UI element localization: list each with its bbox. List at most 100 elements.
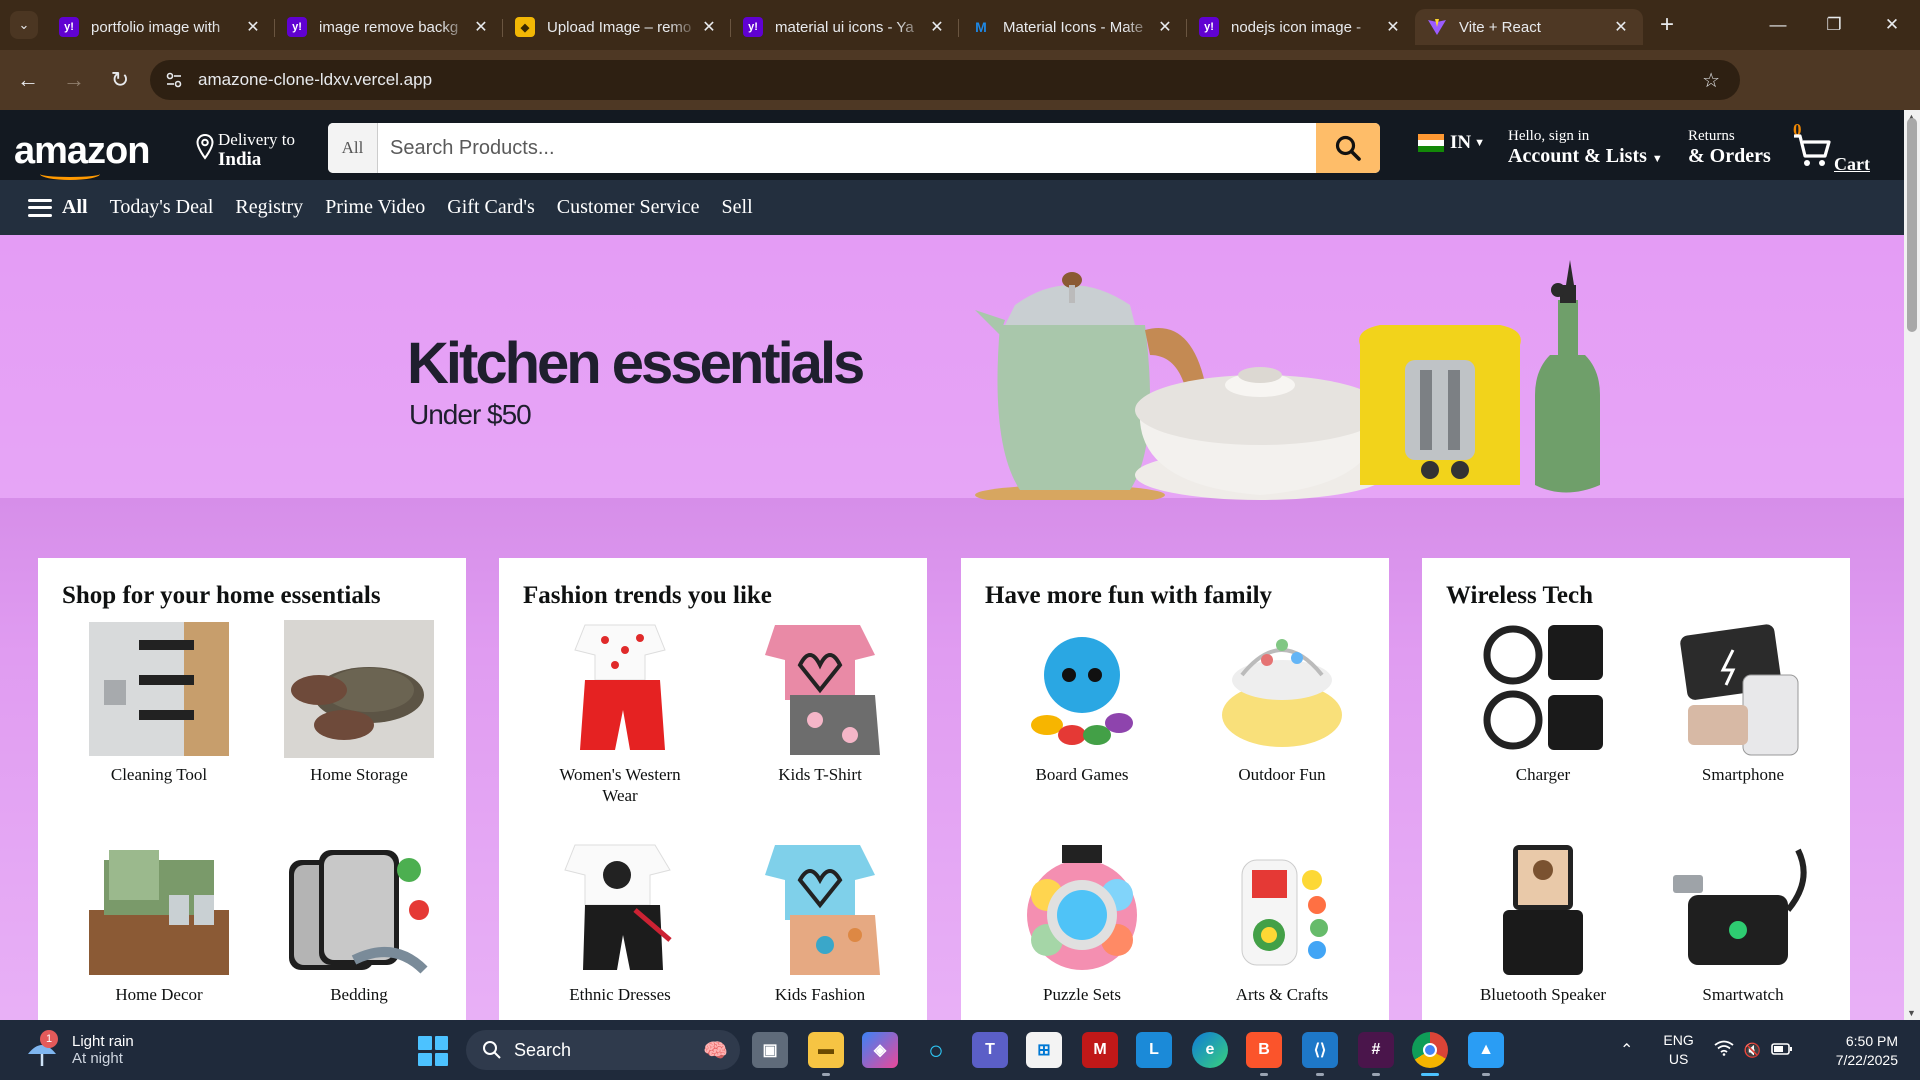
product-tile[interactable]: Cleaning Tool — [62, 620, 256, 840]
bookmark-star-icon[interactable]: ☆ — [1702, 68, 1720, 93]
product-tile[interactable]: Charger — [1446, 620, 1640, 840]
weather-widget[interactable]: 1 Light rain At night — [22, 1030, 134, 1070]
start-button[interactable] — [418, 1036, 448, 1066]
wifi-icon[interactable] — [1714, 1040, 1734, 1061]
vite-icon — [1427, 17, 1447, 37]
product-tile[interactable]: Home Decor — [62, 840, 256, 1020]
category-card: Fashion trends you like Women's Western … — [499, 558, 927, 1020]
nav-link-todays-deal[interactable]: Today's Deal — [110, 196, 214, 219]
task-view-icon[interactable]: ▣ — [752, 1032, 788, 1068]
close-icon[interactable]: ✕ — [927, 17, 947, 37]
tab[interactable]: M Material Icons - Mate ✕ — [959, 9, 1187, 45]
account-lists-label: Account & Lists — [1508, 145, 1647, 167]
search-category-select[interactable]: All — [328, 123, 378, 173]
close-icon[interactable]: ✕ — [1155, 17, 1175, 37]
tab[interactable]: y! portfolio image with ✕ — [47, 9, 275, 45]
close-window-button[interactable]: ✕ — [1864, 0, 1920, 50]
close-icon[interactable]: ✕ — [471, 17, 491, 37]
product-tile[interactable]: Kids T-Shirt — [723, 620, 917, 840]
tab[interactable]: y! material ui icons - Ya ✕ — [731, 9, 959, 45]
chrome-icon[interactable] — [1412, 1032, 1448, 1076]
language-selector[interactable]: IN ▼ — [1418, 132, 1485, 154]
vscode-icon[interactable]: ⟨⟩ — [1302, 1032, 1338, 1076]
orders-label: & Orders — [1688, 145, 1771, 167]
search-button[interactable] — [1316, 123, 1380, 173]
product-tile[interactable]: Women's Western Wear — [523, 620, 717, 840]
product-tile[interactable]: Puzzle Sets — [985, 840, 1179, 1020]
minimize-button[interactable]: — — [1750, 0, 1806, 50]
weather-condition: Light rain — [72, 1033, 134, 1050]
copilot-icon[interactable]: ◈ — [862, 1032, 898, 1068]
close-icon[interactable]: ✕ — [1611, 17, 1631, 37]
address-bar[interactable]: amazone-clone-ldxv.vercel.app ☆ — [150, 60, 1740, 100]
nav-link-gift-cards[interactable]: Gift Card's — [447, 196, 534, 219]
chevron-up-icon[interactable]: ⌃ — [1620, 1040, 1633, 1060]
teams-icon[interactable]: T — [972, 1032, 1008, 1068]
product-tile[interactable]: Smartwatch — [1646, 840, 1840, 1020]
input-language[interactable]: ENG US — [1663, 1031, 1693, 1069]
cutting-board-image — [289, 850, 429, 974]
search-input[interactable] — [378, 123, 1316, 173]
edge-icon[interactable]: e — [1192, 1032, 1228, 1068]
site-info-icon[interactable] — [164, 70, 184, 90]
product-caption: Home Storage — [310, 765, 408, 784]
close-icon[interactable]: ✕ — [1383, 17, 1403, 37]
tab-title: Vite + React — [1459, 18, 1541, 36]
returns-orders-link[interactable]: Returns & Orders — [1688, 128, 1771, 168]
tab[interactable]: ◆ Upload Image – remo ✕ — [503, 9, 731, 45]
photos-icon[interactable]: ▲ — [1468, 1032, 1504, 1076]
close-icon[interactable]: ✕ — [243, 17, 263, 37]
nav-link-registry[interactable]: Registry — [235, 196, 303, 219]
nav-link-prime-video[interactable]: Prime Video — [325, 196, 425, 219]
battery-icon[interactable] — [1771, 1042, 1793, 1059]
cortana-icon[interactable]: ○ — [918, 1032, 954, 1068]
scroll-down-icon[interactable]: ▼ — [1907, 1008, 1916, 1018]
restore-button[interactable]: ❐ — [1806, 0, 1862, 50]
file-explorer-icon[interactable]: ▬ — [808, 1032, 844, 1076]
new-tab-button[interactable]: + — [1649, 11, 1685, 39]
product-tile[interactable]: Arts & Crafts — [1185, 840, 1379, 1020]
product-caption: Bluetooth Speaker — [1479, 985, 1607, 1004]
tab[interactable]: y! nodejs icon image - ✕ — [1187, 9, 1415, 45]
brave-icon[interactable]: B — [1246, 1032, 1282, 1076]
clock[interactable]: 6:50 PM 7/22/2025 — [1818, 1032, 1898, 1070]
product-tile[interactable]: Board Games — [985, 620, 1179, 840]
product-tile[interactable]: Outdoor Fun — [1185, 620, 1379, 840]
delivery-location[interactable]: Delivery to India — [196, 130, 295, 170]
greeting-text: Hello, sign in — [1508, 128, 1590, 144]
nav-link-customer-service[interactable]: Customer Service — [557, 196, 700, 219]
product-caption: Ethnic Dresses — [569, 985, 671, 1004]
product-tile[interactable]: Bedding — [262, 840, 456, 1020]
cart-button[interactable]: 0 Cart — [1792, 120, 1870, 174]
product-tile[interactable]: Bluetooth Speaker — [1446, 840, 1640, 1020]
product-tile[interactable]: Kids Fashion — [723, 840, 917, 1020]
amazon-logo[interactable]: amazon — [14, 130, 150, 180]
hero-subtitle: Under $50 — [409, 399, 532, 430]
product-tile[interactable]: Smartphone — [1646, 620, 1840, 840]
forward-button[interactable]: → — [56, 62, 92, 98]
account-menu[interactable]: Hello, sign in Account & Lists ▼ — [1508, 128, 1663, 168]
tab-active[interactable]: Vite + React ✕ — [1415, 9, 1643, 45]
category-card: Have more fun with family Board Games Ou… — [961, 558, 1389, 1020]
tab-search-button[interactable]: ⌄ — [10, 11, 38, 39]
volume-muted-icon[interactable]: 🔇 — [1744, 1042, 1761, 1059]
close-icon[interactable]: ✕ — [699, 17, 719, 37]
search-icon — [1335, 135, 1361, 161]
mcafee-icon[interactable]: M — [1082, 1032, 1118, 1068]
store-icon[interactable]: ⊞ — [1026, 1032, 1062, 1068]
all-menu-button[interactable]: All — [28, 196, 88, 219]
product-caption: Smartwatch — [1702, 985, 1784, 1004]
product-tile[interactable]: Home Storage — [262, 620, 456, 840]
yahoo-icon: y! — [59, 17, 79, 37]
nav-link-sell[interactable]: Sell — [722, 196, 753, 219]
scrollbar-thumb[interactable] — [1907, 118, 1917, 332]
taskbar-search[interactable]: Search 🧠 — [466, 1030, 740, 1070]
cart-label: Cart — [1834, 154, 1870, 174]
tab[interactable]: y! image remove backg ✕ — [275, 9, 503, 45]
l-app-icon[interactable]: L — [1136, 1032, 1172, 1068]
reload-button[interactable]: ↻ — [102, 62, 138, 98]
back-button[interactable]: ← — [10, 62, 46, 98]
slack-icon[interactable]: # — [1358, 1032, 1394, 1076]
product-tile[interactable]: Ethnic Dresses — [523, 840, 717, 1020]
page-scrollbar[interactable]: ▲ ▼ — [1904, 110, 1920, 1020]
